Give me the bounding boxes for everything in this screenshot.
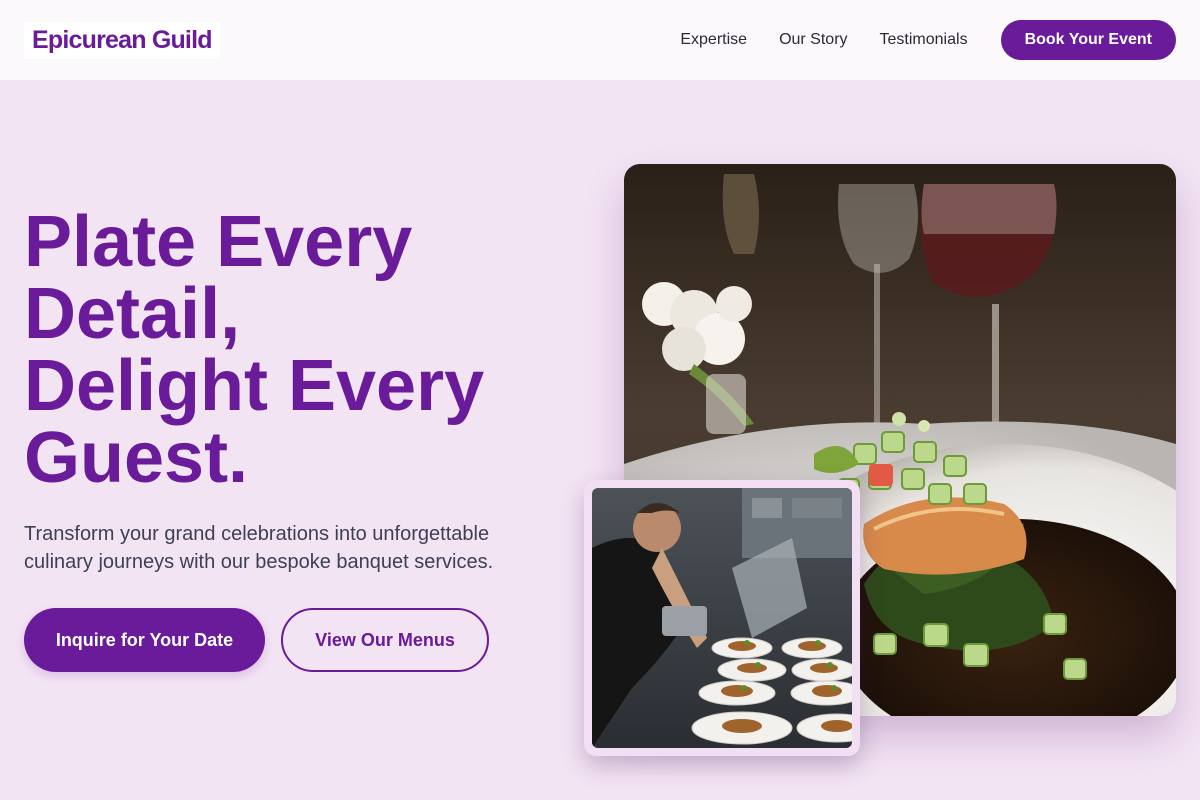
headline-line-1: Plate Every	[24, 202, 413, 282]
nav-link-our-story[interactable]: Our Story	[779, 31, 847, 49]
hero-headline: Plate Every Detail, Delight Every Guest.	[24, 206, 564, 494]
headline-line-2: Detail,	[24, 274, 241, 354]
view-menus-button[interactable]: View Our Menus	[281, 608, 489, 672]
site-header: Epicurean Guild Expertise Our Story Test…	[0, 0, 1200, 80]
headline-line-4: Guest.	[24, 418, 249, 498]
hero-subtext: Transform your grand celebrations into u…	[24, 523, 494, 573]
brand-logo[interactable]: Epicurean Guild	[24, 21, 220, 59]
chef-illustration	[592, 488, 852, 748]
main-nav: Expertise Our Story Testimonials Book Yo…	[648, 20, 1176, 60]
nav-link-expertise[interactable]: Expertise	[680, 31, 747, 49]
nav-link-testimonials[interactable]: Testimonials	[880, 31, 968, 49]
headline-line-3: Delight Every	[24, 346, 485, 426]
chef-image	[592, 488, 852, 748]
inquire-date-button[interactable]: Inquire for Your Date	[24, 608, 265, 672]
book-event-button[interactable]: Book Your Event	[1000, 20, 1176, 60]
chef-image-card	[584, 480, 860, 756]
